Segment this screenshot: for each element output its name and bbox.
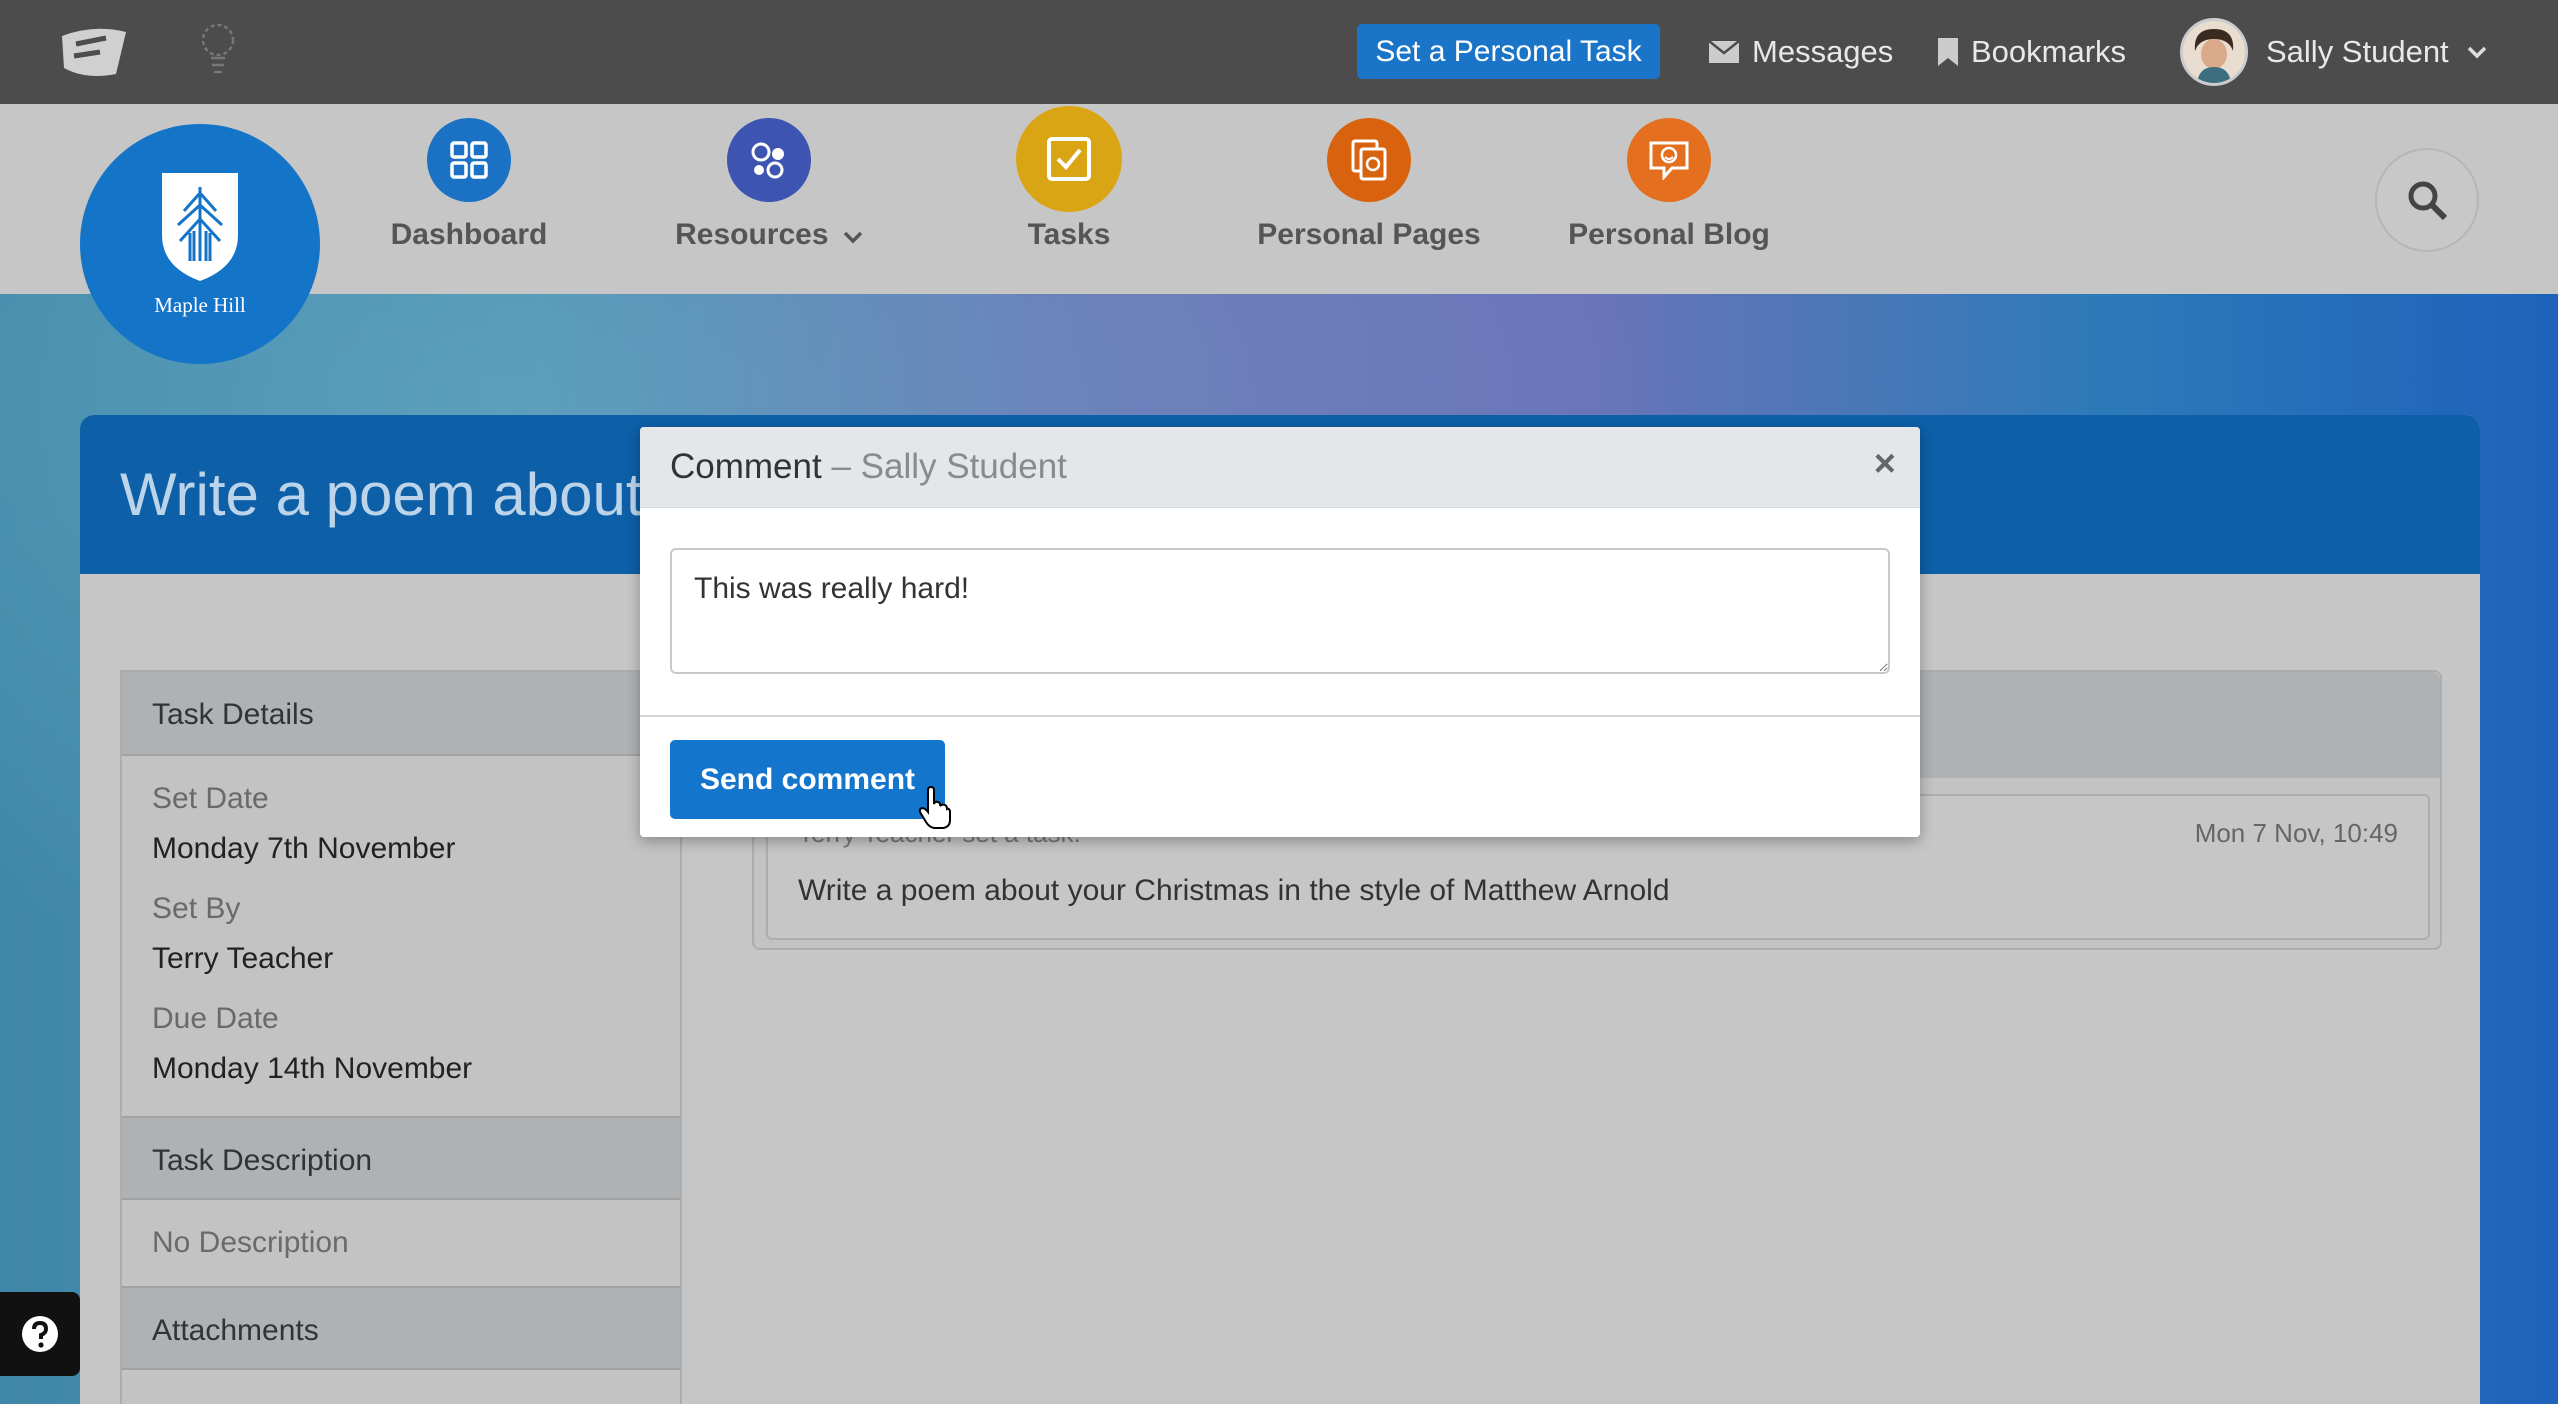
avatar (2180, 18, 2248, 86)
app-logo-icon[interactable] (56, 24, 132, 80)
dialog-body: This was really hard! (640, 508, 1920, 717)
task-description-value: No Description (152, 1226, 349, 1259)
school-name: Maple Hill (154, 292, 246, 317)
set-by-value: Terry Teacher (152, 942, 334, 975)
dialog-subtitle: – Sally Student (831, 447, 1067, 486)
nav-personal-blog[interactable]: Personal Blog (1549, 118, 1789, 252)
checkbox-icon (1016, 106, 1122, 212)
task-details-heading: Task Details (122, 672, 680, 756)
dialog-title: Comment – Sally Student (670, 447, 1067, 487)
attachments-heading: Attachments (122, 1286, 680, 1370)
school-logo[interactable]: Maple Hill (80, 124, 320, 364)
due-date-value: Monday 14th November (152, 1052, 473, 1085)
messages-label: Messages (1752, 33, 1894, 69)
task-details-panel: Task Details Set Date Monday 7th Novembe… (120, 670, 682, 1404)
nav-tasks-label: Tasks (1027, 218, 1111, 251)
comment-input[interactable]: This was really hard! (670, 548, 1890, 674)
due-date-label: Due Date (152, 1002, 279, 1035)
chevron-down-icon (2467, 46, 2486, 59)
activity-time: Mon 7 Nov, 10:49 (2194, 818, 2398, 848)
nav-dashboard[interactable]: Dashboard (349, 118, 589, 252)
nav-resources-label: Resources (649, 218, 889, 252)
chevron-down-icon (843, 231, 863, 244)
user-menu[interactable]: Sally Student (2180, 16, 2487, 88)
top-bar: Set a Personal Task Messages Bookmarks S… (0, 0, 2558, 104)
nav-personal-pages-label: Personal Pages (1257, 218, 1481, 251)
set-date-label: Set Date (152, 782, 269, 815)
grid-icon (427, 118, 511, 202)
envelope-icon (1708, 39, 1740, 63)
dialog-header: Comment – Sally Student × (640, 427, 1920, 508)
bookmarks-link[interactable]: Bookmarks (1937, 24, 2126, 79)
blog-icon (1627, 118, 1711, 202)
help-button[interactable] (0, 1292, 80, 1376)
bookmarks-label: Bookmarks (1971, 33, 2127, 69)
activity-text: Write a poem about your Christmas in the… (798, 874, 1670, 907)
user-name: Sally Student (2266, 34, 2449, 69)
nav-dashboard-label: Dashboard (390, 218, 548, 251)
messages-link[interactable]: Messages (1708, 24, 1893, 79)
task-description-heading: Task Description (122, 1116, 680, 1200)
set-date-value: Monday 7th November (152, 832, 456, 865)
nav-personal-pages[interactable]: Personal Pages (1249, 118, 1489, 252)
send-comment-button[interactable]: Send comment (670, 740, 945, 819)
shield-tree-icon (162, 172, 238, 281)
search-button[interactable] (2375, 148, 2479, 252)
nav-resources[interactable]: Resources (649, 118, 889, 252)
set-personal-task-button[interactable]: Set a Personal Task (1357, 24, 1660, 79)
dialog-title-text: Comment (670, 447, 822, 486)
nav-tasks[interactable]: Tasks (949, 106, 1189, 252)
hand-cursor-icon (918, 786, 951, 829)
pages-icon (1327, 118, 1411, 202)
search-icon (2408, 181, 2448, 221)
lightbulb-icon[interactable] (196, 20, 240, 82)
set-by-label: Set By (152, 892, 241, 925)
close-icon[interactable]: × (1874, 445, 1896, 483)
bubbles-icon (727, 118, 811, 202)
nav-personal-blog-label: Personal Blog (1568, 218, 1770, 251)
bookmark-icon (1938, 37, 1958, 66)
question-icon (22, 1316, 58, 1352)
nav-resources-text: Resources (675, 218, 829, 251)
